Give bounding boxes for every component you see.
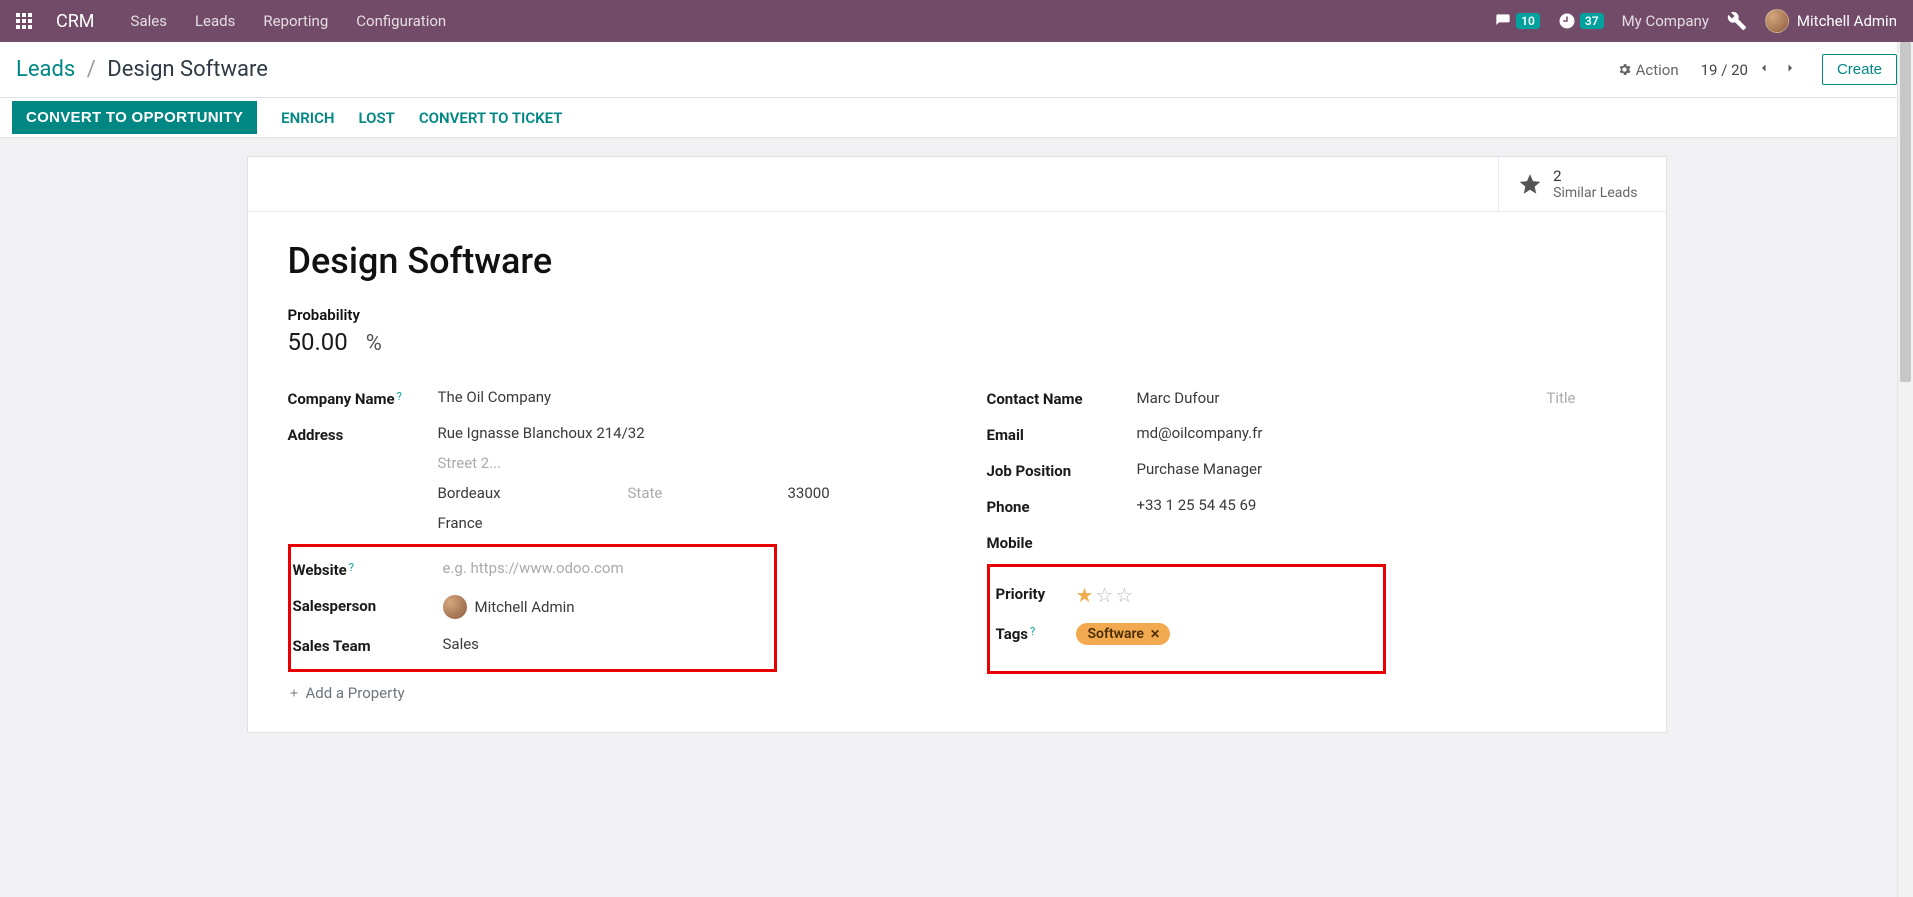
salesperson-label: Salesperson xyxy=(293,595,443,615)
add-property-button[interactable]: Add a Property xyxy=(288,684,927,702)
help-icon[interactable]: ? xyxy=(397,390,402,403)
action-label: Action xyxy=(1636,61,1679,79)
salesperson-avatar-icon xyxy=(443,595,467,619)
breadcrumb-parent[interactable]: Leads xyxy=(16,57,75,82)
user-avatar-icon xyxy=(1765,9,1789,33)
gear-icon xyxy=(1617,62,1632,77)
right-column: Contact Name Marc Dufour Title Email md@… xyxy=(987,380,1626,702)
phone-label: Phone xyxy=(987,496,1137,516)
chevron-right-icon xyxy=(1784,61,1796,75)
status-bar: CONVERT TO OPPORTUNITY ENRICH LOST CONVE… xyxy=(0,98,1913,138)
website-label: Website? xyxy=(293,559,443,579)
probability-value[interactable]: 50.00 xyxy=(288,328,348,356)
nav-messages[interactable]: 10 xyxy=(1494,13,1540,29)
address-city[interactable]: Bordeaux xyxy=(438,484,588,502)
tag-text: Software xyxy=(1088,626,1144,642)
top-navbar: CRM Sales Leads Reporting Configuration … xyxy=(0,0,1913,42)
add-property-label: Add a Property xyxy=(306,684,405,702)
chat-icon xyxy=(1494,13,1512,29)
mobile-label: Mobile xyxy=(987,532,1137,552)
plus-icon xyxy=(288,687,300,699)
app-brand[interactable]: CRM xyxy=(56,11,95,32)
control-bar: Leads / Design Software Action 19 / 20 C… xyxy=(0,42,1913,98)
form-sheet: 2 Similar Leads Design Software Probabil… xyxy=(247,156,1667,733)
breadcrumb-separator: / xyxy=(87,57,96,82)
convert-opportunity-button[interactable]: CONVERT TO OPPORTUNITY xyxy=(12,101,257,134)
probability-label: Probability xyxy=(288,306,1626,324)
nav-menu-reporting[interactable]: Reporting xyxy=(263,12,328,30)
nav-activities[interactable]: 37 xyxy=(1558,12,1604,30)
star-filled-icon[interactable]: ★ xyxy=(1076,583,1096,607)
breadcrumb: Leads / Design Software xyxy=(16,57,268,82)
address-street2[interactable]: Street 2... xyxy=(438,454,927,472)
convert-ticket-button[interactable]: CONVERT TO TICKET xyxy=(419,109,563,127)
tools-icon[interactable] xyxy=(1727,11,1747,31)
help-icon[interactable]: ? xyxy=(349,561,354,574)
probability-unit: % xyxy=(366,331,382,356)
action-dropdown[interactable]: Action xyxy=(1617,61,1679,79)
similar-leads-stat[interactable]: 2 Similar Leads xyxy=(1498,157,1665,211)
contact-name-value[interactable]: Marc Dufour xyxy=(1137,389,1547,407)
scrollbar-thumb[interactable] xyxy=(1900,42,1911,382)
stat-label: Similar Leads xyxy=(1553,185,1637,201)
tag-remove-icon[interactable]: ✕ xyxy=(1150,627,1160,641)
help-icon[interactable]: ? xyxy=(1030,625,1035,638)
address-country[interactable]: France xyxy=(438,514,927,532)
star-empty-icon[interactable]: ☆ xyxy=(1095,583,1115,607)
stat-count: 2 xyxy=(1553,167,1637,185)
activities-badge: 37 xyxy=(1580,13,1604,29)
pager-next[interactable] xyxy=(1784,61,1796,79)
company-name-value[interactable]: The Oil Company xyxy=(438,388,927,406)
user-name: Mitchell Admin xyxy=(1797,12,1897,30)
star-icon xyxy=(1517,171,1543,197)
priority-label: Priority xyxy=(996,583,1076,603)
create-button[interactable]: Create xyxy=(1822,54,1897,85)
pager-prev[interactable] xyxy=(1758,61,1770,79)
chevron-left-icon xyxy=(1758,61,1770,75)
address-label: Address xyxy=(288,424,438,444)
phone-value[interactable]: +33 1 25 54 45 69 xyxy=(1137,496,1626,514)
job-position-label: Job Position xyxy=(987,460,1137,480)
lost-button[interactable]: LOST xyxy=(359,109,395,127)
contact-name-label: Contact Name xyxy=(987,388,1137,408)
tags-label: Tags? xyxy=(996,623,1076,643)
job-position-value[interactable]: Purchase Manager xyxy=(1137,460,1626,478)
star-empty-icon[interactable]: ☆ xyxy=(1115,583,1135,607)
lead-title[interactable]: Design Software xyxy=(288,240,1626,282)
nav-menu-configuration[interactable]: Configuration xyxy=(356,12,446,30)
nav-menu-sales[interactable]: Sales xyxy=(131,12,167,30)
scrollbar-track[interactable] xyxy=(1897,42,1913,897)
messages-badge: 10 xyxy=(1516,13,1540,29)
salesperson-value[interactable]: Mitchell Admin xyxy=(475,598,575,616)
clock-icon xyxy=(1558,12,1576,30)
nav-user[interactable]: Mitchell Admin xyxy=(1765,9,1897,33)
tag-pill[interactable]: Software ✕ xyxy=(1076,623,1171,645)
enrich-button[interactable]: ENRICH xyxy=(281,109,334,127)
address-zip[interactable]: 33000 xyxy=(788,484,830,502)
address-state[interactable]: State xyxy=(628,484,748,502)
company-name-label: Company Name? xyxy=(288,388,438,408)
breadcrumb-current: Design Software xyxy=(107,57,268,82)
apps-icon[interactable] xyxy=(16,13,32,29)
email-label: Email xyxy=(987,424,1137,444)
email-value[interactable]: md@oilcompany.fr xyxy=(1137,424,1626,442)
nav-menu-leads[interactable]: Leads xyxy=(195,12,235,30)
salesteam-value[interactable]: Sales xyxy=(443,635,768,653)
pager-text: 19 / 20 xyxy=(1701,61,1748,79)
nav-company[interactable]: My Company xyxy=(1622,12,1709,30)
priority-stars[interactable]: ★☆☆ xyxy=(1076,583,1373,607)
contact-title-placeholder[interactable]: Title xyxy=(1546,389,1625,407)
salesteam-label: Sales Team xyxy=(293,635,443,655)
left-column: Company Name? The Oil Company Address Ru… xyxy=(288,380,927,702)
website-input[interactable]: e.g. https://www.odoo.com xyxy=(443,559,768,577)
address-street[interactable]: Rue Ignasse Blanchoux 214/32 xyxy=(438,424,927,442)
